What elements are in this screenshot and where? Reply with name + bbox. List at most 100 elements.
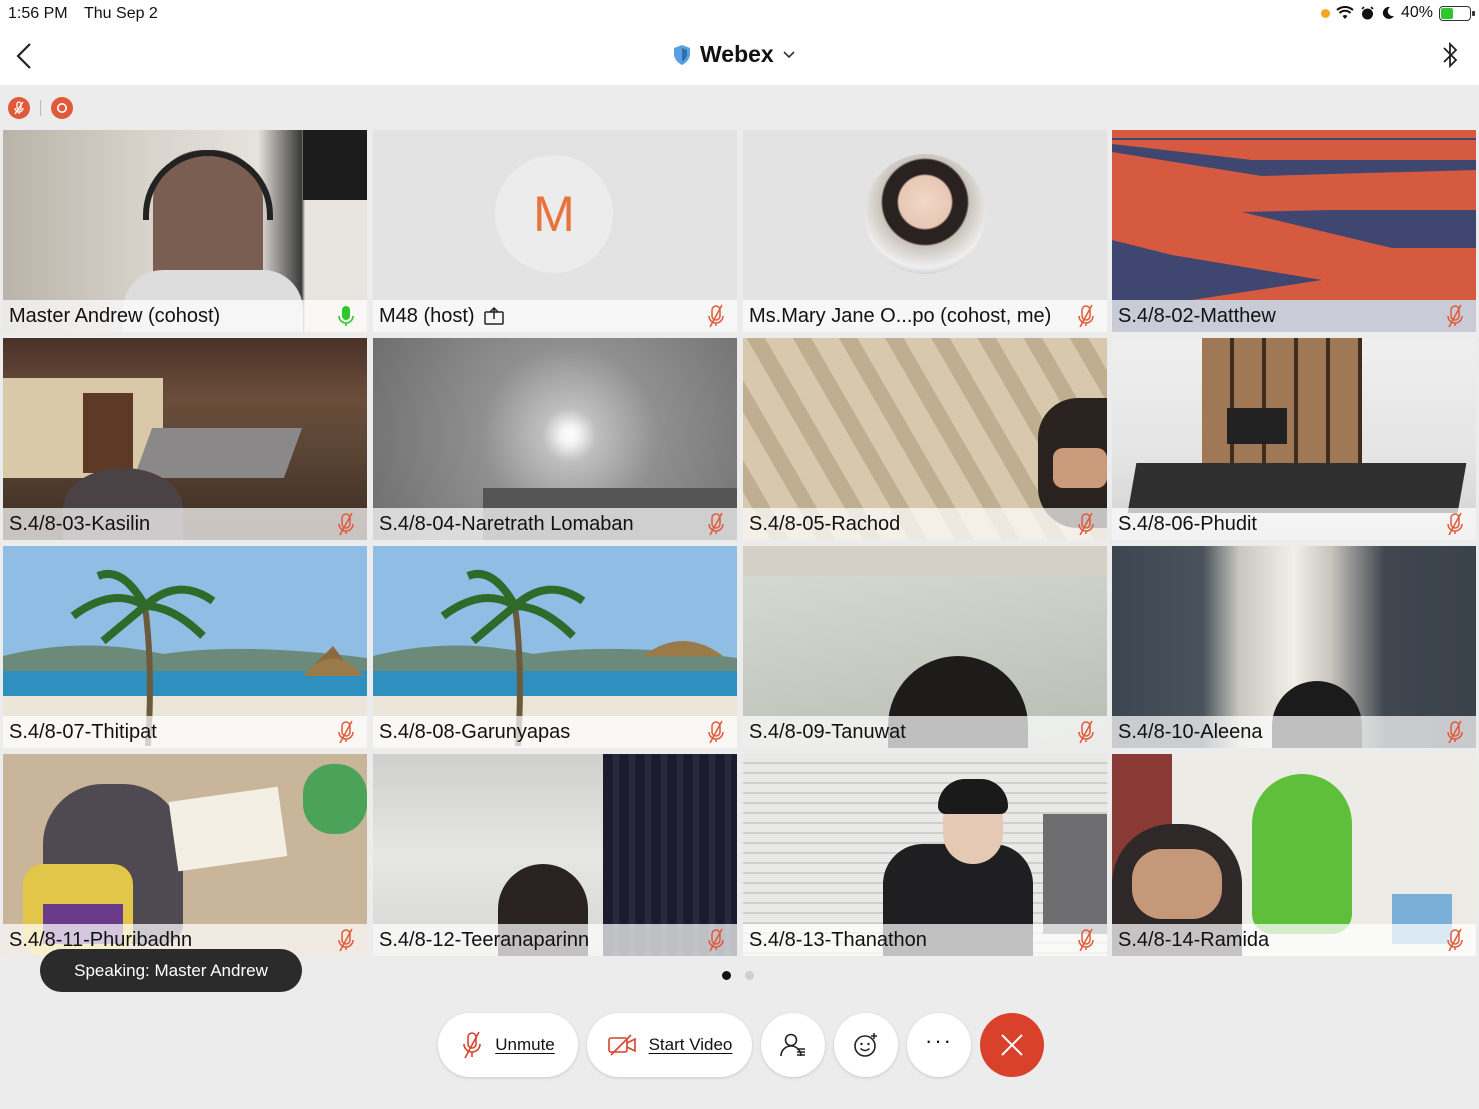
participant-name-bar: S.4/8-08-Garunyapas bbox=[373, 716, 737, 748]
participant-tile[interactable]: S.4/8-03-Kasilin bbox=[3, 338, 367, 540]
reactions-button[interactable] bbox=[834, 1013, 898, 1077]
speaking-indicator: Speaking: Master Andrew bbox=[40, 949, 302, 992]
participants-icon bbox=[780, 1033, 805, 1057]
participant-name-bar: S.4/8-04-Naretrath Lomaban bbox=[373, 508, 737, 540]
participant-name: S.4/8-08-Garunyapas bbox=[379, 720, 571, 743]
mic-muted-icon bbox=[708, 720, 724, 744]
leave-meeting-button[interactable] bbox=[980, 1013, 1044, 1077]
participant-name-bar: Master Andrew (cohost) bbox=[3, 300, 367, 332]
participant-name-bar: S.4/8-05-Rachod bbox=[743, 508, 1107, 540]
shield-icon bbox=[674, 44, 690, 65]
mic-muted-icon bbox=[708, 512, 724, 536]
participant-name-bar: S.4/8-10-Aleena bbox=[1112, 716, 1476, 748]
meeting-controls: Unmute Start Video ··· bbox=[438, 1013, 1044, 1077]
mic-muted-icon bbox=[338, 928, 354, 952]
unmute-button[interactable]: Unmute bbox=[438, 1013, 578, 1077]
page-dot-2[interactable] bbox=[745, 971, 754, 980]
participant-name-bar: S.4/8-03-Kasilin bbox=[3, 508, 367, 540]
participant-name: S.4/8-10-Aleena bbox=[1118, 720, 1263, 743]
participant-name: S.4/8-05-Rachod bbox=[749, 512, 901, 535]
participant-tile[interactable]: S.4/8-02-Matthew bbox=[1112, 130, 1476, 332]
chevron-down-icon bbox=[783, 50, 795, 58]
more-button[interactable]: ··· bbox=[907, 1013, 971, 1077]
mic-muted-icon bbox=[1447, 928, 1463, 952]
participant-name: S.4/8-12-Teeranaparinn bbox=[379, 928, 590, 951]
close-icon bbox=[1001, 1034, 1023, 1056]
mic-muted-icon bbox=[1078, 928, 1094, 952]
page-indicator[interactable] bbox=[722, 971, 754, 980]
participant-name: S.4/8-02-Matthew bbox=[1118, 304, 1276, 327]
participant-tile[interactable]: S.4/8-12-Teeranaparinn bbox=[373, 754, 737, 956]
bluetooth-icon[interactable] bbox=[1439, 38, 1461, 72]
participant-tile[interactable]: S.4/8-09-Tanuwat bbox=[743, 546, 1107, 748]
mic-muted-icon bbox=[463, 1031, 482, 1059]
participant-name: S.4/8-03-Kasilin bbox=[9, 512, 151, 535]
mic-muted-icon bbox=[338, 512, 354, 536]
participant-tile[interactable]: S.4/8-06-Phudit bbox=[1112, 338, 1476, 540]
participant-name: S.4/8-14-Ramida bbox=[1118, 928, 1270, 951]
status-date: Thu Sep 2 bbox=[84, 5, 158, 22]
battery-percent: 40% bbox=[1400, 4, 1433, 21]
mic-muted-icon bbox=[1447, 720, 1463, 744]
participant-tile[interactable]: S.4/8-04-Naretrath Lomaban bbox=[373, 338, 737, 540]
participant-name-bar: S.4/8-06-Phudit bbox=[1112, 508, 1476, 540]
back-button[interactable] bbox=[12, 40, 38, 72]
alarm-icon bbox=[1361, 5, 1374, 19]
participant-tile[interactable]: Ms.Mary Jane O...po (cohost, me) bbox=[743, 130, 1107, 332]
participant-name: S.4/8-09-Tanuwat bbox=[749, 720, 906, 743]
participant-tile[interactable]: S.4/8-07-Thitipat bbox=[3, 546, 367, 748]
participant-tile[interactable]: S.4/8-14-Ramida bbox=[1112, 754, 1476, 956]
participant-tile[interactable]: M M48 (host) bbox=[373, 130, 737, 332]
mic-active-icon bbox=[338, 306, 354, 326]
avatar-initial: M bbox=[495, 155, 613, 273]
participant-tile[interactable]: S.4/8-11-Phuribadhn bbox=[3, 754, 367, 956]
video-off-icon bbox=[607, 1034, 636, 1056]
recording-indicators bbox=[8, 97, 73, 119]
unmute-label: Unmute bbox=[495, 1035, 555, 1054]
mic-muted-icon bbox=[1447, 512, 1463, 536]
mic-muted-icon bbox=[1447, 304, 1463, 328]
battery-icon bbox=[1439, 5, 1475, 21]
participant-tile[interactable]: S.4/8-05-Rachod bbox=[743, 338, 1107, 540]
participant-tile[interactable]: S.4/8-10-Aleena bbox=[1112, 546, 1476, 748]
participant-name-bar: S.4/8-09-Tanuwat bbox=[743, 716, 1107, 748]
moon-icon bbox=[1382, 6, 1394, 19]
nav-bar: Webex bbox=[0, 28, 1479, 85]
participant-tile[interactable]: S.4/8-13-Thanathon bbox=[743, 754, 1107, 956]
mic-muted-icon bbox=[338, 720, 354, 744]
participant-grid: Master Andrew (cohost) M M48 (host) Ms.M… bbox=[3, 130, 1476, 956]
muted-indicator-icon bbox=[8, 97, 30, 119]
avatar bbox=[865, 154, 985, 274]
participant-name: S.4/8-04-Naretrath Lomaban bbox=[379, 512, 634, 535]
participant-name-bar: S.4/8-07-Thitipat bbox=[3, 716, 367, 748]
meeting-title-dropdown[interactable]: Webex bbox=[672, 41, 796, 68]
share-screen-icon bbox=[483, 306, 504, 325]
start-video-button[interactable]: Start Video bbox=[587, 1013, 752, 1077]
recording-icon bbox=[51, 97, 73, 119]
more-icon: ··· bbox=[925, 1028, 953, 1053]
participant-name: S.4/8-07-Thitipat bbox=[9, 720, 157, 743]
participant-name-bar: S.4/8-13-Thanathon bbox=[743, 924, 1107, 956]
participant-tile[interactable]: S.4/8-08-Garunyapas bbox=[373, 546, 737, 748]
mic-in-use-icon bbox=[1320, 8, 1330, 18]
status-indicators: 40% bbox=[1320, 4, 1475, 22]
participant-name: S.4/8-13-Thanathon bbox=[749, 928, 927, 951]
participants-button[interactable] bbox=[761, 1013, 825, 1077]
participant-tile[interactable]: Master Andrew (cohost) bbox=[3, 130, 367, 332]
meeting-title: Webex bbox=[700, 41, 774, 67]
page-dot-1[interactable] bbox=[722, 971, 731, 980]
participant-name: Master Andrew (cohost) bbox=[9, 304, 221, 327]
status-bar: 1:56 PM Thu Sep 2 40% bbox=[0, 0, 1479, 28]
participant-name-bar: S.4/8-12-Teeranaparinn bbox=[373, 924, 737, 956]
divider bbox=[40, 100, 41, 116]
mic-muted-icon bbox=[1078, 720, 1094, 744]
mic-muted-icon bbox=[708, 928, 724, 952]
mic-muted-icon bbox=[1078, 512, 1094, 536]
participant-name: Ms.Mary Jane O...po (cohost, me) bbox=[749, 304, 1052, 327]
emoji-icon bbox=[854, 1033, 877, 1057]
participant-name: S.4/8-06-Phudit bbox=[1118, 512, 1257, 535]
participant-name-bar: Ms.Mary Jane O...po (cohost, me) bbox=[743, 300, 1107, 332]
participant-name-bar: M48 (host) bbox=[373, 300, 737, 332]
participant-name-bar: S.4/8-14-Ramida bbox=[1112, 924, 1476, 956]
wifi-icon bbox=[1336, 6, 1354, 19]
